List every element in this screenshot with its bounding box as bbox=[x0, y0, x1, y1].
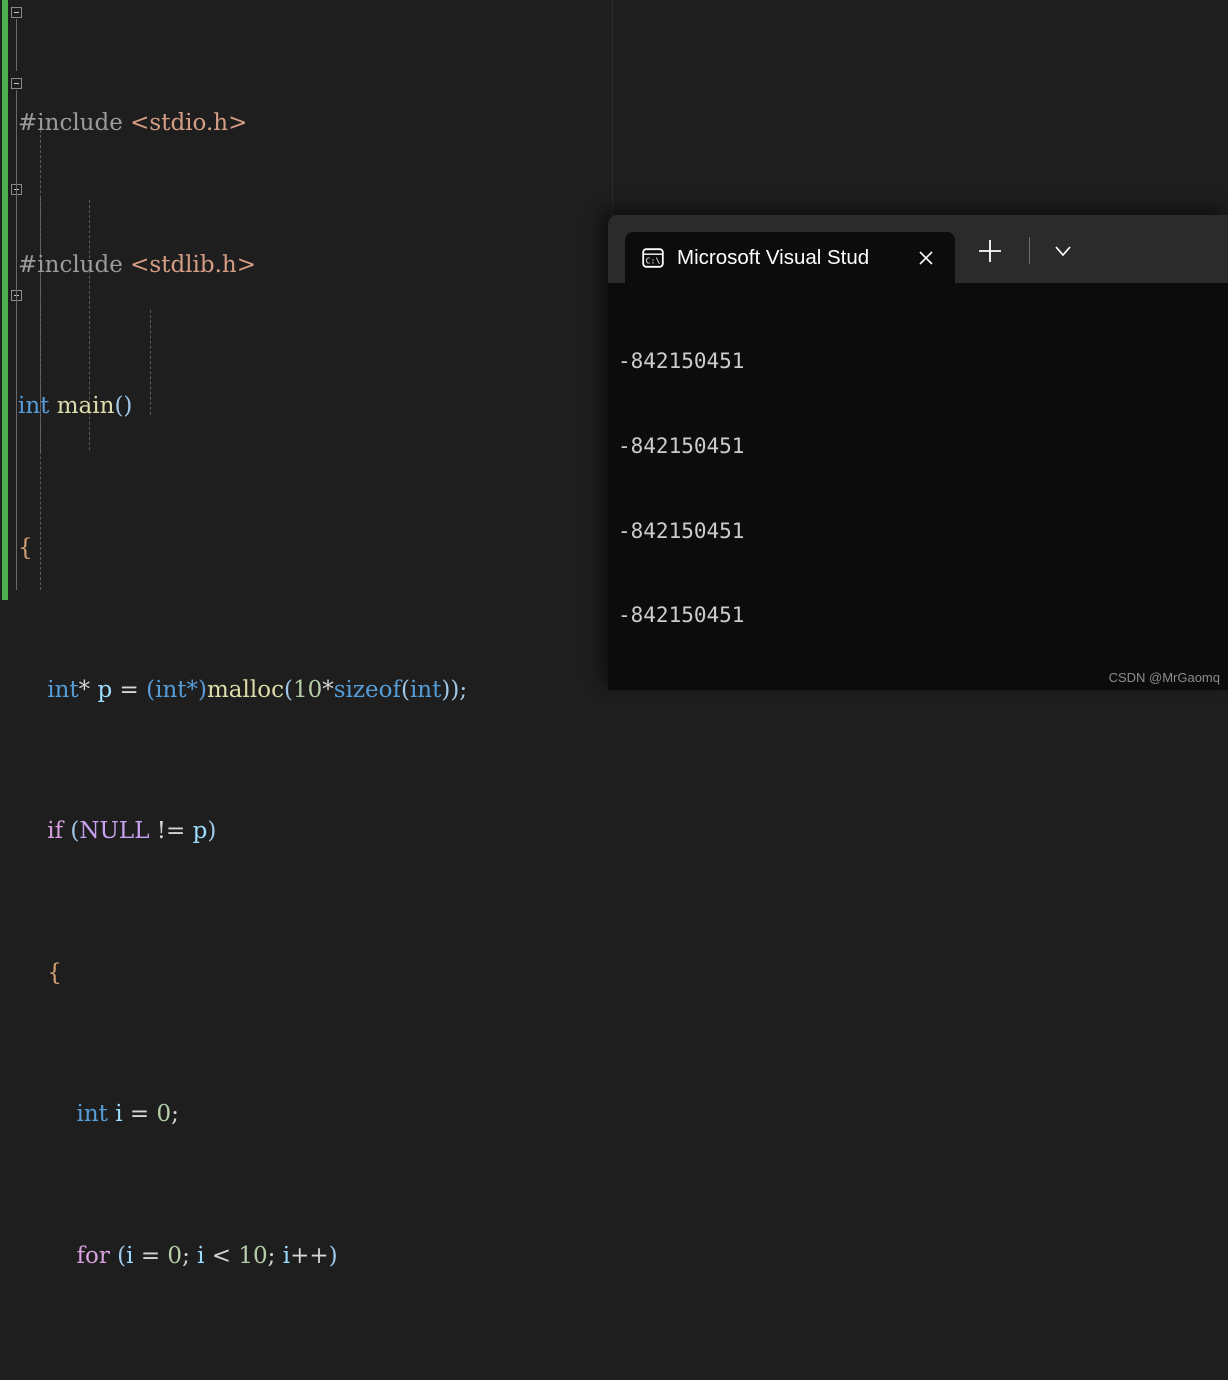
code-line-8[interactable]: int i = 0; bbox=[18, 1097, 618, 1132]
terminal-title-bar[interactable]: C:\ Microsoft Visual Stud bbox=[608, 215, 1228, 283]
token-paren: ) bbox=[207, 818, 217, 845]
code-line-2[interactable]: #include <stdlib.h> bbox=[18, 248, 618, 283]
token-increment: ++ bbox=[290, 1243, 329, 1270]
code-line-5[interactable]: int* p = (int*)malloc(10*sizeof(int)); bbox=[18, 673, 618, 708]
token-brace: { bbox=[18, 535, 33, 562]
token-number-0: 0 bbox=[156, 1101, 172, 1128]
output-line: -842150451 bbox=[618, 686, 1228, 690]
token-neq: != bbox=[149, 818, 193, 845]
token-preprocessor: #include bbox=[18, 251, 123, 278]
code-line-1[interactable]: #include <stdio.h> bbox=[18, 106, 618, 141]
toolbar-separator bbox=[1029, 237, 1030, 264]
token-assign: = bbox=[133, 1243, 168, 1270]
output-line: -842150451 bbox=[618, 434, 745, 458]
windows-terminal-window[interactable]: C:\ Microsoft Visual Stud -842150451 -84… bbox=[608, 215, 1228, 690]
token-include-path: <stdlib.h> bbox=[130, 251, 257, 278]
token-keyword-for: for bbox=[76, 1243, 110, 1270]
output-line: -842150451 bbox=[618, 603, 745, 628]
chevron-down-icon[interactable] bbox=[1051, 242, 1075, 260]
terminal-tab-title: Microsoft Visual Stud bbox=[677, 245, 870, 269]
token-identifier-p: p bbox=[192, 818, 208, 845]
code-line-9[interactable]: for (i = 0; i < 10; i++) bbox=[18, 1239, 618, 1274]
token-identifier-i: i bbox=[282, 1243, 291, 1270]
token-number-10: 10 bbox=[238, 1243, 268, 1270]
code-line-7[interactable]: { bbox=[18, 956, 618, 991]
output-line: -842150451 bbox=[618, 349, 745, 374]
token-paren: ( bbox=[63, 818, 80, 845]
token-function-main: main bbox=[56, 393, 115, 420]
change-indicator-bar bbox=[2, 0, 8, 600]
fold-region-line-main bbox=[16, 90, 17, 590]
token-parens: () bbox=[114, 393, 133, 420]
close-icon[interactable] bbox=[914, 246, 938, 270]
svg-text:C:\: C:\ bbox=[646, 255, 661, 265]
token-keyword-int: int bbox=[76, 1101, 108, 1128]
output-line: -842150451 bbox=[618, 518, 745, 543]
console-cmd-icon: C:\ bbox=[642, 247, 664, 268]
code-text[interactable]: #include <stdio.h> #include <stdlib.h> i… bbox=[18, 0, 618, 1380]
token-semicolon: ; bbox=[267, 1243, 283, 1270]
terminal-tab-active[interactable]: C:\ Microsoft Visual Stud bbox=[625, 232, 955, 283]
token-keyword-int: int bbox=[18, 393, 50, 420]
token-include-path: <stdio.h> bbox=[130, 110, 248, 137]
token-semicolon: ; bbox=[182, 1243, 198, 1270]
fold-region-line-include bbox=[16, 19, 17, 71]
code-line-3[interactable]: int main() bbox=[18, 389, 618, 424]
token-assign: = bbox=[122, 1101, 157, 1128]
token-preprocessor: #include bbox=[18, 110, 123, 137]
new-tab-icon[interactable] bbox=[976, 237, 1004, 265]
token-keyword-if: if bbox=[47, 818, 64, 845]
token-identifier-i: i bbox=[107, 1101, 123, 1128]
watermark: CSDN @MrGaomq bbox=[1108, 670, 1220, 685]
token-paren: ) bbox=[328, 1243, 338, 1270]
token-identifier-i: i bbox=[197, 1243, 205, 1270]
token-identifier-i: i bbox=[126, 1243, 134, 1270]
token-brace: { bbox=[47, 959, 62, 986]
token-semicolon: ; bbox=[171, 1101, 179, 1128]
token-macro-null: NULL bbox=[79, 818, 150, 845]
terminal-output[interactable]: -842150451 -842150451 -842150451 -842150… bbox=[608, 283, 1228, 690]
token-paren: ( bbox=[109, 1243, 127, 1270]
token-lt: < bbox=[204, 1243, 239, 1270]
code-line-6[interactable]: if (NULL != p) bbox=[18, 814, 618, 849]
token-number-0: 0 bbox=[167, 1243, 183, 1270]
code-line-4[interactable]: { bbox=[18, 531, 618, 566]
